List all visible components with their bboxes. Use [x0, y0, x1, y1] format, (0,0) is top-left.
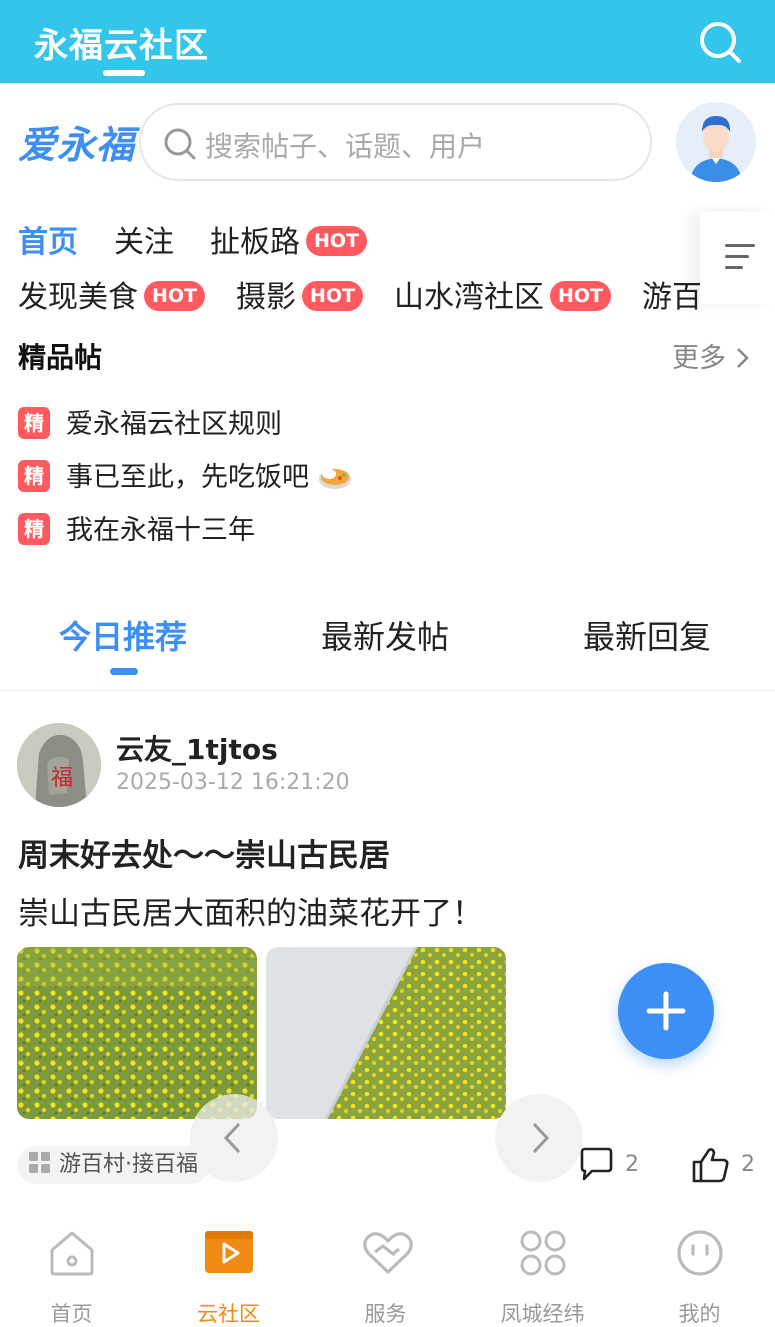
featured-item-text: 爱永福云社区规则	[66, 409, 282, 440]
stone-avatar-image: 福	[17, 723, 101, 807]
hot-badge: HOT	[550, 280, 612, 311]
featured-badge: 精	[18, 512, 50, 545]
tabbar-service[interactable]: 服务	[308, 1210, 463, 1327]
tabbar-label: 首页	[50, 1302, 93, 1326]
tabbar-mine[interactable]: 我的	[622, 1210, 775, 1327]
post-author-avatar[interactable]: 福	[17, 723, 101, 807]
category-youbai[interactable]: 游百	[642, 272, 702, 316]
create-post-button[interactable]	[618, 963, 714, 1059]
post-image[interactable]	[266, 947, 506, 1119]
search-icon[interactable]	[696, 18, 744, 66]
brand-logo: 爱永福	[18, 123, 136, 167]
tab-today-recommend[interactable]: 今日推荐	[59, 612, 187, 658]
home-icon	[50, 1231, 94, 1276]
category-menu-button[interactable]	[700, 212, 775, 304]
face-icon	[677, 1230, 723, 1276]
user-avatar[interactable]	[676, 102, 756, 182]
featured-item-text: 我在永福十三年	[66, 515, 255, 546]
post-title[interactable]: 周末好去处～～崇山古民居	[18, 830, 390, 875]
category-label: 摄影	[236, 280, 296, 315]
category-photo[interactable]: 摄影 HOT	[236, 272, 364, 316]
featured-more-link[interactable]: 更多	[672, 336, 749, 375]
heart-hand-icon	[363, 1232, 413, 1274]
featured-badge: 精	[18, 459, 50, 492]
search-placeholder: 搜索帖子、话题、用户	[205, 130, 486, 163]
rapeseed-field-fog-image	[266, 947, 506, 1119]
carousel-next-button[interactable]	[495, 1094, 583, 1182]
post-image[interactable]	[17, 947, 257, 1119]
post-body[interactable]: 崇山古民居大面积的油菜花开了！	[18, 888, 483, 933]
tab-indicator	[110, 668, 138, 675]
post-topic-tag[interactable]: 游百村·接百福	[17, 1146, 210, 1184]
post-timestamp: 2025-03-12 16:21:20	[116, 770, 350, 795]
category-label: 发现美食	[18, 280, 138, 315]
featured-badge: 精	[18, 406, 50, 439]
divider	[0, 690, 775, 691]
tab-latest-posts[interactable]: 最新发帖	[321, 612, 449, 658]
category-shanshuiwan[interactable]: 山水湾社区 HOT	[394, 272, 612, 316]
bottom-tab-bar: 首页 云社区 服务 凤城经纬 我的	[0, 1210, 775, 1327]
tabbar-label: 凤城经纬	[500, 1302, 585, 1326]
featured-item[interactable]: 精爱永福云社区规则	[18, 402, 282, 440]
tabbar-fengcheng[interactable]: 凤城经纬	[465, 1210, 620, 1327]
curry-rice-emoji-icon	[318, 468, 351, 489]
featured-item[interactable]: 精我在永福十三年	[18, 508, 255, 546]
comment-icon	[580, 1147, 613, 1181]
chevron-right-icon	[736, 347, 749, 368]
search-input[interactable]: 搜索帖子、话题、用户	[139, 103, 652, 181]
tab-latest-replies[interactable]: 最新回复	[583, 612, 711, 658]
topic-tag-label: 游百村·接百福	[59, 1152, 198, 1177]
app-title: 永福云社区	[34, 26, 209, 66]
comment-button[interactable]: 2	[578, 1146, 658, 1186]
category-label: 扯板路	[210, 225, 300, 260]
chevron-right-icon	[532, 1122, 550, 1154]
featured-title: 精品帖	[18, 341, 103, 374]
featured-item-text: 事已至此，先吃饭吧	[66, 462, 309, 493]
comment-count: 2	[625, 1152, 639, 1177]
top-header: 永福云社区	[0, 0, 775, 83]
tabbar-label: 我的	[678, 1302, 721, 1326]
featured-item[interactable]: 精事已至此，先吃饭吧	[18, 455, 352, 493]
avatar-icon	[676, 102, 756, 182]
like-count: 2	[741, 1152, 755, 1177]
tabbar-label: 服务	[364, 1302, 407, 1326]
menu-icon	[725, 244, 755, 269]
search-icon	[164, 128, 196, 160]
plus-icon	[646, 991, 686, 1031]
rapeseed-field-image	[17, 947, 257, 1119]
play-icon	[205, 1231, 253, 1273]
category-label: 山水湾社区	[394, 280, 544, 315]
topic-grid-icon	[29, 1152, 50, 1173]
post-author-name[interactable]: 云友_1tjtos	[116, 728, 278, 768]
tabbar-label: 云社区	[197, 1302, 260, 1326]
grid-icon	[520, 1230, 566, 1276]
tabbar-home[interactable]: 首页	[0, 1210, 149, 1327]
category-chebanlu[interactable]: 扯板路 HOT	[210, 217, 368, 261]
chevron-left-icon	[223, 1122, 241, 1154]
more-label: 更多	[672, 343, 726, 374]
category-home[interactable]: 首页	[18, 217, 78, 261]
like-button[interactable]: 2	[691, 1146, 771, 1186]
hot-badge: HOT	[144, 280, 206, 311]
title-underline	[103, 70, 145, 76]
category-follow[interactable]: 关注	[114, 217, 174, 261]
hot-badge: HOT	[306, 225, 368, 256]
svg-text:福: 福	[51, 766, 73, 791]
category-food[interactable]: 发现美食 HOT	[18, 272, 206, 316]
tabbar-community[interactable]: 云社区	[151, 1210, 306, 1327]
thumbs-up-icon	[692, 1148, 729, 1183]
hot-badge: HOT	[302, 280, 364, 311]
